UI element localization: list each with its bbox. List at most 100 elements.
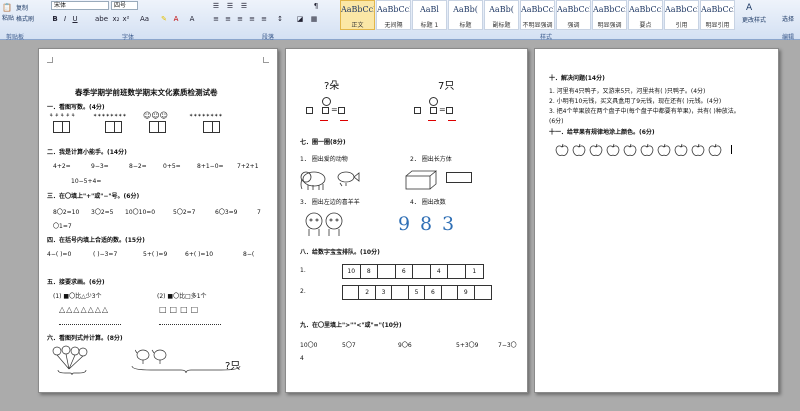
flower-pictogram: ⚘⚘⚘⚘⚘ (49, 113, 77, 119)
draw-instruction: (2) ■〇比□多1个 (157, 293, 207, 300)
multilevel-list-icon[interactable]: ☰ (240, 2, 248, 10)
font-name-select[interactable]: 宋体 (51, 1, 109, 10)
section-heading: 十．解决问题(14分) (549, 75, 605, 82)
superscript-button[interactable]: x² (122, 15, 130, 23)
change-styles-button[interactable]: 更改样式 (742, 15, 766, 24)
answer-line (159, 324, 221, 325)
apple-icon (691, 143, 705, 156)
style-name: 正文 (351, 22, 364, 29)
fill-item: 4−( )=0 (47, 251, 72, 258)
operator-item: 7 (257, 209, 261, 216)
number-cell: 4 (431, 265, 448, 278)
align-right-icon[interactable]: ≡ (236, 15, 244, 23)
number-cell (378, 265, 396, 278)
style-tile[interactable]: AaBbCcDc 无间隔 (376, 0, 411, 30)
subscript-button[interactable]: x₂ (112, 15, 120, 23)
style-tile[interactable]: AaBbCcDc 正文 (340, 0, 375, 30)
compare-item: 7−3〇 (498, 342, 517, 349)
balloon-bunch-icon (52, 345, 88, 370)
number-cell: 2 (359, 286, 376, 299)
number-cell (413, 265, 431, 278)
brace-icon (57, 369, 87, 375)
bold-button[interactable]: B (51, 15, 59, 23)
change-styles-icon[interactable]: A (746, 3, 752, 13)
operator-item: 8〇2=10 (53, 209, 80, 216)
justify-icon[interactable]: ≡ (248, 15, 256, 23)
bullets-icon[interactable]: ☰ (212, 2, 220, 10)
numbering-icon[interactable]: ☰ (226, 2, 234, 10)
problem-text: 3. 把4个苹果放在两个盘子中(每个盘子中都要有苹果)，共有( )种放法。 (549, 108, 740, 115)
answer-grid (53, 121, 70, 133)
align-center-icon[interactable]: ≡ (224, 15, 232, 23)
page-1[interactable]: 春季学期学前班数学期末文化素质检测试卷 一．看图写数。(4分) ⚘⚘⚘⚘⚘ ✶✶… (38, 48, 278, 393)
ribbon: 📋 粘贴 复制 格式刷 宋体 四号 B I U abe x₂ x² Aa ✎ A… (0, 0, 800, 41)
calc-item: 4+2= (53, 163, 71, 170)
digit-card: 8 (420, 213, 433, 235)
page-3[interactable]: 十．解决问题(14分) 1. 河里有4只鸭子，又游来5只，河里共有( )只鸭子。… (534, 48, 779, 393)
answer-box (338, 107, 345, 114)
section-heading: 十一．给苹果有规律地涂上颜色。(6分) (549, 129, 655, 136)
style-tile[interactable]: AaBbCcDt 明显强调 (592, 0, 627, 30)
copy-button[interactable]: 复制 (16, 3, 28, 12)
underline-button[interactable]: U (71, 15, 79, 23)
circle-instruction: 4． 圈出改数 (410, 199, 446, 206)
shading-icon[interactable]: ◪ (296, 15, 304, 23)
font-color-button[interactable]: A (172, 15, 180, 23)
highlight-icon[interactable]: ✎ (160, 15, 168, 23)
rectangle-shape (446, 172, 472, 183)
answer-box (306, 107, 313, 114)
strikethrough-button[interactable]: abe (95, 15, 108, 23)
number-cell: 6 (425, 286, 442, 299)
number-cell (343, 286, 360, 299)
section-heading: 二．我是计算小能手。(14分) (47, 149, 127, 156)
style-tile[interactable]: AaBbCcDt 要点 (628, 0, 663, 30)
style-name: 不明显强调 (522, 22, 553, 29)
font-size-select[interactable]: 四号 (111, 1, 138, 10)
style-tile[interactable]: AaBbCcDt 引用 (664, 0, 699, 30)
margin-mark (263, 57, 269, 63)
distributed-icon[interactable]: ≡ (260, 15, 268, 23)
operator-item: 3〇2=5 (91, 209, 114, 216)
format-painter-button[interactable]: 格式刷 (16, 14, 34, 23)
style-tile[interactable]: AaBl 标题 1 (412, 0, 447, 30)
operator-item: 5〇2=7 (173, 209, 196, 216)
char-border-button[interactable]: A (188, 15, 196, 23)
answer-box (414, 107, 421, 114)
line-spacing-icon[interactable]: ↕ (276, 15, 284, 23)
style-name: 标题 (459, 22, 472, 29)
number-cell (392, 286, 409, 299)
show-marks-icon[interactable]: ¶ (312, 2, 320, 10)
paste-icon[interactable]: 📋 (2, 3, 12, 12)
answer-box (322, 107, 329, 114)
problem-text: 2. 小明有10元钱，买文具盒用了9元钱，现在还有( )元钱。(4分) (549, 98, 722, 105)
problem-text: 1. 河里有4只鸭子，又游来5只，河里共有( )只鸭子。(4分) (549, 88, 706, 95)
align-left-icon[interactable]: ≡ (212, 15, 220, 23)
answer-line (59, 324, 121, 325)
operator-item: 10〇10=0 (125, 209, 156, 216)
text-effects-button[interactable]: Aa (140, 15, 149, 23)
number-cell (448, 265, 466, 278)
style-name: 引用 (675, 22, 688, 29)
circle-instruction: 3． 圈出左边的喜羊羊 (300, 199, 360, 206)
select-button[interactable]: 选择 (782, 14, 794, 23)
paste-button[interactable]: 粘贴 (2, 13, 14, 22)
style-sample: AaBbCcDt (521, 5, 554, 14)
style-name: 明显强调 (597, 22, 622, 29)
italic-button[interactable]: I (61, 15, 69, 23)
compare-item: 5〇7 (342, 342, 356, 349)
section-heading: 一．看图写数。(4分) (47, 104, 105, 111)
digit-card: 9 (398, 213, 411, 235)
draw-instruction: (1) ■〇比△少3个 (53, 293, 102, 300)
apple-icon (674, 143, 688, 156)
number-row-1: 10 8 6 4 1 (342, 264, 484, 279)
circle-instruction: 1． 圈出爱的动物 (300, 156, 348, 163)
style-tile[interactable]: AaBb(标题 (448, 0, 483, 30)
row-label: 1. (300, 267, 306, 274)
page-2[interactable]: ?朵 7只 = = 七．圈一圈(8分) 1． 圈出爱的动物 2． 圈出长方体 3… (285, 48, 528, 393)
style-tile[interactable]: AaBb(副标题 (484, 0, 519, 30)
borders-icon[interactable]: ▦ (310, 15, 318, 23)
style-tile[interactable]: AaBbCcDc 明显引用 (700, 0, 735, 30)
section-heading: 三．在〇填上"+"或"−"号。(6分) (47, 193, 140, 200)
style-tile[interactable]: AaBbCcDt 不明显强调 (520, 0, 555, 30)
style-tile[interactable]: AaBbCcDt 强调 (556, 0, 591, 30)
